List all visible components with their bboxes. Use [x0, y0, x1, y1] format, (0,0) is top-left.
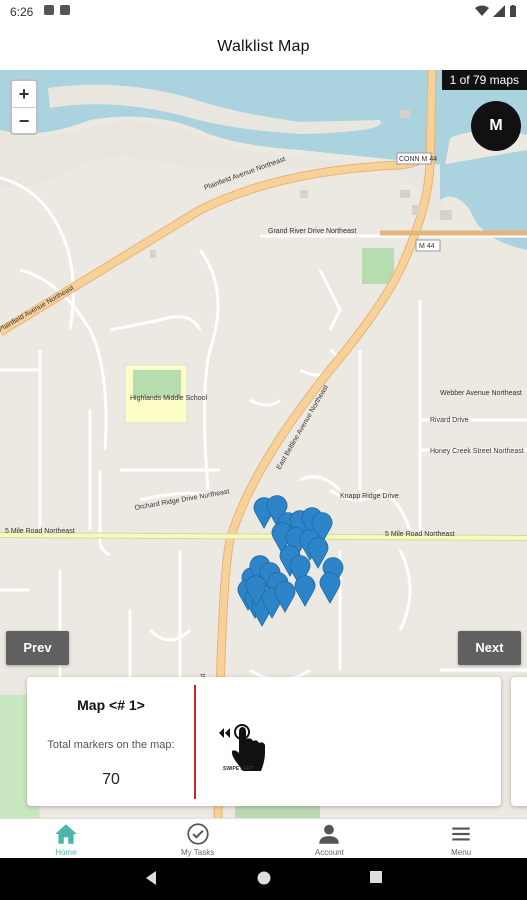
- avatar[interactable]: M: [471, 101, 521, 151]
- label-school: Highlands Middle School: [130, 395, 207, 402]
- card-divider: [194, 685, 196, 799]
- label-five-mile-east: 5 Mile Road Northeast: [385, 531, 455, 538]
- markers-label: Total markers on the map:: [47, 739, 175, 751]
- home-button-icon[interactable]: [256, 870, 272, 886]
- zoom-control: + −: [10, 79, 38, 135]
- bottom-navigation: Home My Tasks Account Menu: [0, 818, 527, 858]
- nav-home-label: Home: [55, 848, 77, 857]
- nav-my-tasks[interactable]: My Tasks: [132, 819, 264, 858]
- school-field: [133, 370, 181, 398]
- map-info-card[interactable]: Map <# 1> Total markers on the map: 70 S…: [27, 677, 501, 806]
- notification-icons: [44, 5, 70, 15]
- menu-icon: [452, 827, 470, 841]
- markers-layer: [237, 495, 344, 627]
- nav-account[interactable]: Account: [264, 819, 396, 858]
- map-count-badge: 1 of 79 maps: [441, 70, 527, 90]
- nav-home[interactable]: Home: [0, 819, 132, 858]
- next-button[interactable]: Next: [458, 631, 521, 665]
- label-m44: M 44: [419, 243, 435, 250]
- system-status-icons: [475, 5, 517, 17]
- label-conn-m44: CONN M 44: [399, 156, 437, 163]
- person-icon: [319, 824, 340, 844]
- markers-count: 70: [102, 771, 120, 788]
- system-navigation-bar: [0, 858, 527, 900]
- wifi-icon: [475, 5, 489, 16]
- label-plainfield-west: Plainfield Avenue Northeast: [0, 285, 75, 334]
- green-patch: [235, 805, 320, 818]
- nav-account-label: Account: [314, 848, 344, 857]
- park-area: [362, 248, 394, 284]
- map-summary: Map <# 1> Total markers on the map: 70: [27, 677, 195, 806]
- label-five-mile-west: 5 Mile Road Northeast: [5, 528, 75, 535]
- nav-menu[interactable]: Menu: [395, 819, 527, 858]
- zoom-in-button[interactable]: +: [12, 81, 36, 107]
- label-knapp: Knapp Ridge Drive: [340, 493, 399, 500]
- swipe-label: SWIPE LEFT: [223, 766, 253, 772]
- app-notification-icon: [44, 5, 54, 15]
- nav-menu-label: Menu: [451, 848, 472, 857]
- map-title: Map <# 1>: [77, 697, 145, 713]
- map-marker-pin[interactable]: [319, 572, 341, 604]
- prev-button[interactable]: Prev: [6, 631, 69, 665]
- label-webber: Webber Avenue Northeast: [440, 390, 522, 397]
- label-grand-river: Grand River Drive Northeast: [268, 228, 356, 235]
- recents-icon[interactable]: [369, 870, 383, 884]
- status-bar: 6:26: [0, 0, 527, 24]
- next-card-peek[interactable]: [511, 677, 527, 806]
- check-circle-icon: [187, 823, 209, 845]
- page-title: Walklist Map: [217, 38, 310, 55]
- app-bar: Walklist Map: [0, 24, 527, 70]
- zoom-out-button[interactable]: −: [12, 107, 36, 133]
- back-icon[interactable]: [144, 870, 158, 886]
- swipe-left-icon: [219, 724, 265, 771]
- label-honey-creek: Honey Creek Street Northeast: [430, 448, 524, 455]
- label-rivard: Rivard Drive: [430, 417, 469, 424]
- sim-icon: [60, 5, 70, 15]
- signal-icon: [493, 5, 505, 17]
- home-icon: [55, 824, 77, 844]
- battery-icon: [510, 5, 516, 17]
- status-time: 6:26: [10, 5, 34, 19]
- nav-my-tasks-label: My Tasks: [181, 848, 215, 857]
- map-marker-pin[interactable]: [294, 575, 316, 607]
- label-orchard: Orchard Ridge Drive Northeast: [134, 488, 230, 512]
